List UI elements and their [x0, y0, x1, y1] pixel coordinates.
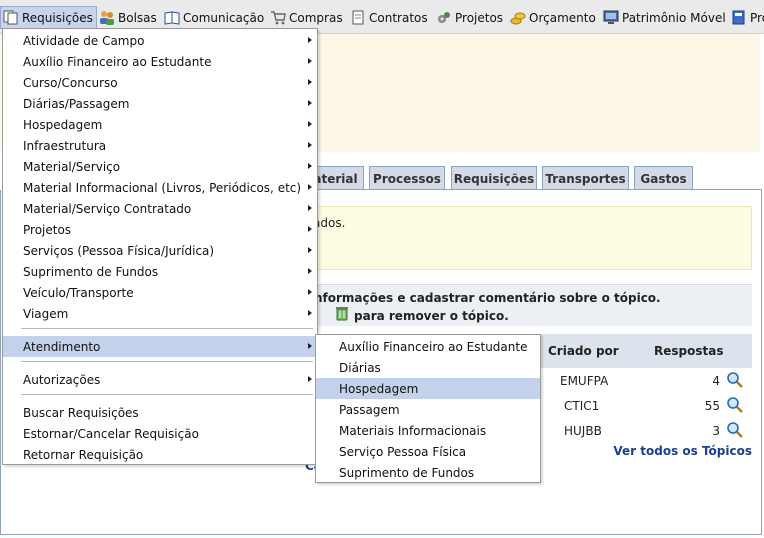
magnifier-icon[interactable] — [726, 396, 744, 417]
dd-item-retornar-requisicao[interactable]: Retornar Requisição — [3, 444, 317, 465]
info-band: nformações e cadastrar comentário sobre … — [300, 284, 752, 326]
atendimento-submenu: Auxílio Financeiro ao Estudante Diárias … — [315, 334, 541, 483]
sm-item-passagem[interactable]: Passagem — [316, 399, 540, 420]
menu-patrimonio[interactable]: Patrimônio Móvel — [601, 6, 726, 29]
menu-comunicacao-label: Comunicação — [183, 10, 265, 25]
magnifier-icon[interactable] — [726, 421, 744, 442]
submenu-arrow-icon — [308, 205, 312, 211]
dd-item-diarias-passagem[interactable]: Diárias/Passagem — [3, 93, 317, 114]
menu-orcamento-label: Orçamento — [529, 10, 596, 25]
submenu-arrow-icon — [308, 226, 312, 232]
submenu-arrow-icon — [308, 58, 312, 64]
menu-compras[interactable]: Compras — [268, 6, 343, 29]
menu-pro-label: Pro — [750, 10, 764, 25]
tab-gastos[interactable]: Gastos — [634, 166, 693, 190]
row-responses: 4 — [712, 374, 720, 388]
dd-item-estornar-cancelar[interactable]: Estornar/Cancelar Requisição — [3, 423, 317, 444]
dd-item-servicos[interactable]: Serviços (Pessoa Física/Jurídica) — [3, 240, 317, 261]
dd-item-material-servico-contratado[interactable]: Material/Serviço Contratado — [3, 198, 317, 219]
col-created-by: Criado por — [548, 344, 619, 358]
menu-bolsas[interactable]: Bolsas — [97, 6, 157, 29]
sm-item-suprimento-fundos[interactable]: Suprimento de Fundos — [316, 462, 540, 483]
submenu-arrow-icon — [308, 121, 312, 127]
tab-processos[interactable]: Processos — [369, 166, 445, 190]
menu-compras-label: Compras — [289, 10, 343, 25]
sm-item-diarias[interactable]: Diárias — [316, 357, 540, 378]
tab-requisicoes[interactable]: Requisições — [451, 166, 537, 190]
menu-patrimonio-label: Patrimônio Móvel — [622, 10, 726, 25]
menu-orcamento[interactable]: Orçamento — [508, 6, 596, 29]
dd-item-suprimento-fundos[interactable]: Suprimento de Fundos — [3, 261, 317, 282]
menu-comunicacao[interactable]: Comunicação — [162, 6, 264, 29]
row-responses: 3 — [712, 424, 720, 438]
dd-item-material-informacional[interactable]: Material Informacional (Livros, Periódic… — [3, 177, 317, 198]
tab-transportes[interactable]: Transportes — [542, 166, 629, 190]
submenu-arrow-icon — [308, 343, 312, 349]
dd-item-projetos[interactable]: Projetos — [3, 219, 317, 240]
menu-pro[interactable]: Pro — [729, 6, 764, 29]
dd-item-viagem[interactable]: Viagem — [3, 303, 317, 324]
row-created-by: EMUFPA — [560, 374, 609, 388]
dd-item-hospedagem[interactable]: Hospedagem — [3, 114, 317, 135]
sm-item-auxilio-financeiro[interactable]: Auxílio Financeiro ao Estudante — [316, 336, 540, 357]
submenu-arrow-icon — [308, 184, 312, 190]
menu-projetos[interactable]: Projetos — [434, 6, 503, 29]
magnifier-icon[interactable] — [726, 371, 744, 392]
submenu-arrow-icon — [308, 376, 312, 382]
book-blue-icon — [731, 10, 747, 25]
monitor-icon — [603, 10, 619, 25]
row-responses: 55 — [704, 399, 720, 413]
submenu-arrow-icon — [308, 79, 312, 85]
dd-item-atendimento[interactable]: Atendimento — [3, 336, 317, 357]
submenu-arrow-icon — [308, 142, 312, 148]
dd-item-material-servico[interactable]: Material/Serviço — [3, 156, 317, 177]
submenu-arrow-icon — [308, 37, 312, 43]
submenu-arrow-icon — [308, 268, 312, 274]
requisicoes-dropdown-menu: Atividade de Campo Auxílio Financeiro ao… — [2, 28, 318, 465]
menu-contratos-label: Contratos — [369, 10, 428, 25]
notice-box: ados. — [300, 206, 752, 270]
submenu-arrow-icon — [308, 310, 312, 316]
book-icon — [164, 10, 180, 25]
menu-contratos[interactable]: Contratos — [348, 6, 428, 29]
dd-item-autorizacoes[interactable]: Autorizações — [3, 369, 317, 390]
submenu-arrow-icon — [308, 247, 312, 253]
dd-item-buscar-requisicoes[interactable]: Buscar Requisições — [3, 402, 317, 423]
row-created-by: HUJBB — [564, 424, 602, 438]
submenu-arrow-icon — [308, 289, 312, 295]
row-created-by: CTIC1 — [564, 399, 600, 413]
users-icon — [99, 10, 115, 25]
col-responses: Respostas — [654, 344, 724, 358]
document-copy-icon — [3, 10, 19, 25]
dd-item-curso-concurso[interactable]: Curso/Concurso — [3, 72, 317, 93]
see-all-topics-link[interactable]: Ver todos os Tópicos — [613, 444, 752, 458]
dd-item-infraestrutura[interactable]: Infraestrutura — [3, 135, 317, 156]
document-icon — [350, 10, 366, 25]
info-line-1: nformações e cadastrar comentário sobre … — [314, 291, 661, 305]
gears-icon — [436, 10, 452, 25]
menu-divider — [21, 361, 313, 362]
coins-icon — [510, 10, 526, 25]
menu-requisicoes[interactable]: Requisições — [0, 6, 97, 29]
dd-item-auxilio-financeiro[interactable]: Auxílio Financeiro ao Estudante — [3, 51, 317, 72]
menu-requisicoes-label: Requisições — [22, 10, 93, 25]
cart-icon — [270, 10, 286, 25]
sm-item-hospedagem[interactable]: Hospedagem — [316, 378, 540, 399]
menu-divider — [21, 394, 313, 395]
menu-divider — [21, 328, 313, 329]
sm-item-materiais-informacionais[interactable]: Materiais Informacionais — [316, 420, 540, 441]
sm-item-servico-pessoa-fisica[interactable]: Serviço Pessoa Física — [316, 441, 540, 462]
dd-item-atividade-campo[interactable]: Atividade de Campo — [3, 30, 317, 51]
dd-item-veiculo-transporte[interactable]: Veículo/Transporte — [3, 282, 317, 303]
trash-icon — [334, 305, 350, 324]
submenu-arrow-icon — [308, 163, 312, 169]
submenu-arrow-icon — [308, 100, 312, 106]
menu-bolsas-label: Bolsas — [118, 10, 157, 25]
info-line-2: para remover o tópico. — [354, 309, 509, 323]
menu-projetos-label: Projetos — [455, 10, 504, 25]
